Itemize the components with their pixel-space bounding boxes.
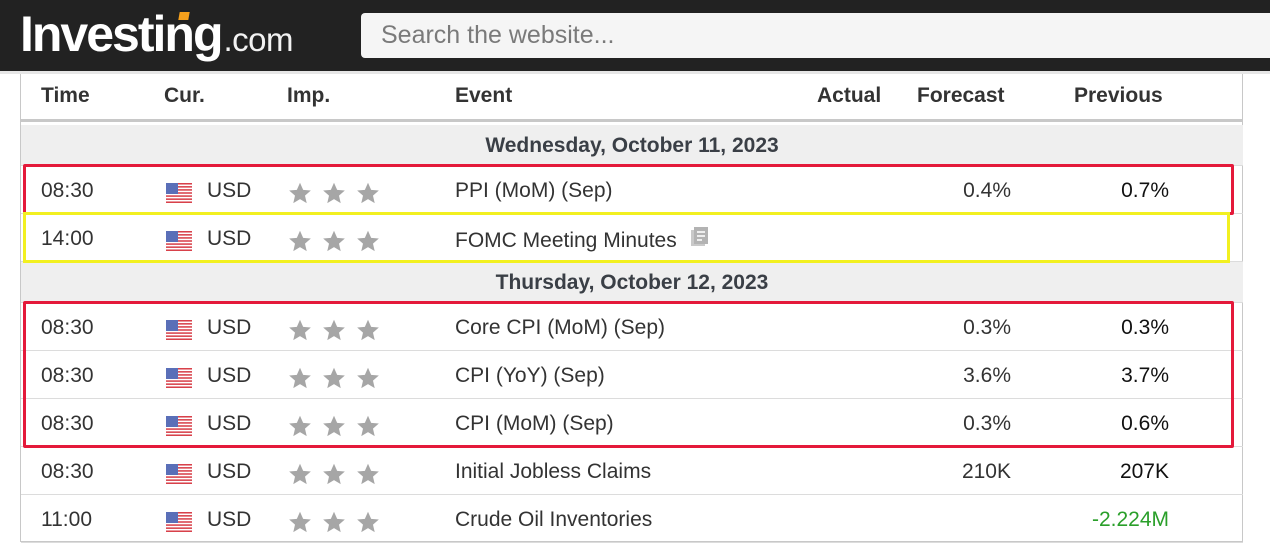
table-header-row: Time Cur. Imp. Event Actual Forecast Pre… xyxy=(21,74,1243,122)
importance-star-icon xyxy=(355,461,381,494)
importance-star-icon xyxy=(321,509,347,542)
column-header-importance[interactable]: Imp. xyxy=(287,84,330,108)
event-name-link[interactable]: FOMC Meeting Minutes xyxy=(455,226,711,255)
importance-rating xyxy=(287,461,381,494)
importance-star-icon xyxy=(355,509,381,542)
event-currency: USD xyxy=(207,364,252,387)
day-separator: Thursday, October 12, 2023 xyxy=(21,262,1243,303)
document-icon[interactable] xyxy=(677,226,711,255)
event-row[interactable]: 14:00 USD FOMC Meeting Minutes xyxy=(21,214,1243,262)
economic-calendar-table: Time Cur. Imp. Event Actual Forecast Pre… xyxy=(20,74,1243,543)
event-row[interactable]: 08:30 USD CPI (MoM) (Sep) 0.3% 0.6% xyxy=(21,399,1243,447)
column-header-actual[interactable]: Actual xyxy=(817,84,881,108)
us-flag-icon xyxy=(166,512,192,532)
event-currency: USD xyxy=(207,179,252,202)
us-flag-icon xyxy=(166,464,192,484)
day-separator: Wednesday, October 11, 2023 xyxy=(21,125,1243,166)
event-previous: 0.3% xyxy=(1121,316,1169,339)
importance-star-icon xyxy=(355,317,381,350)
us-flag-icon xyxy=(166,416,192,436)
importance-star-icon xyxy=(355,180,381,213)
event-name-link[interactable]: CPI (MoM) (Sep) xyxy=(455,411,614,437)
importance-star-icon xyxy=(355,365,381,398)
importance-rating xyxy=(287,413,381,446)
logo-wordmark: Investing xyxy=(20,6,223,62)
event-name-link[interactable]: CPI (YoY) (Sep) xyxy=(455,363,605,389)
column-header-currency[interactable]: Cur. xyxy=(164,84,205,108)
event-time: 14:00 xyxy=(41,227,94,250)
event-name: Initial Jobless Claims xyxy=(455,460,652,483)
event-name: FOMC Meeting Minutes xyxy=(455,228,677,252)
importance-rating xyxy=(287,509,381,542)
importance-star-icon xyxy=(321,180,347,213)
event-time: 08:30 xyxy=(41,460,94,483)
importance-star-icon xyxy=(287,461,313,494)
event-time: 08:30 xyxy=(41,364,94,387)
event-previous: 207K xyxy=(1119,460,1169,483)
event-currency: USD xyxy=(207,412,252,435)
event-name-link[interactable]: Core CPI (MoM) (Sep) xyxy=(455,315,665,341)
importance-star-icon xyxy=(287,317,313,350)
us-flag-icon xyxy=(166,368,192,388)
importance-star-icon xyxy=(287,413,313,446)
event-name-link[interactable]: PPI (MoM) (Sep) xyxy=(455,178,613,204)
event-row[interactable]: 08:30 USD PPI (MoM) (Sep) 0.4% 0.7% xyxy=(21,166,1243,214)
column-header-forecast[interactable]: Forecast xyxy=(917,84,1005,108)
event-previous: -2.224M xyxy=(1091,508,1169,531)
event-forecast: 3.6% xyxy=(963,364,1011,387)
event-name: Core CPI (MoM) (Sep) xyxy=(455,316,666,339)
importance-star-icon xyxy=(321,365,347,398)
importance-star-icon xyxy=(321,317,347,350)
event-time: 08:30 xyxy=(41,412,94,435)
event-forecast: 0.3% xyxy=(963,316,1011,339)
importance-star-icon xyxy=(287,228,313,261)
event-forecast: 0.3% xyxy=(963,412,1011,435)
event-row[interactable]: 08:30 USD Initial Jobless Claims 210K 20… xyxy=(21,447,1243,495)
importance-star-icon xyxy=(287,180,313,213)
event-previous: 0.7% xyxy=(1121,179,1169,202)
investing-logo[interactable]: Investing .com xyxy=(20,4,293,64)
event-forecast: 0.4% xyxy=(963,179,1011,202)
event-currency: USD xyxy=(207,508,252,531)
event-previous: 0.6% xyxy=(1121,412,1169,435)
event-name-link[interactable]: Crude Oil Inventories xyxy=(455,507,652,533)
event-time: 08:30 xyxy=(41,179,94,202)
event-forecast: 210K xyxy=(961,460,1011,483)
importance-rating xyxy=(287,317,381,350)
event-currency: USD xyxy=(207,227,252,250)
importance-rating xyxy=(287,365,381,398)
importance-star-icon xyxy=(355,413,381,446)
importance-star-icon xyxy=(321,461,347,494)
importance-rating xyxy=(287,180,381,213)
importance-rating xyxy=(287,228,381,261)
column-header-previous[interactable]: Previous xyxy=(1074,84,1163,108)
event-time: 08:30 xyxy=(41,316,94,339)
event-name: CPI (MoM) (Sep) xyxy=(455,412,614,435)
event-row[interactable]: 08:30 USD Core CPI (MoM) (Sep) 0.3% 0.3% xyxy=(21,303,1243,351)
importance-star-icon xyxy=(287,365,313,398)
event-name: PPI (MoM) (Sep) xyxy=(455,179,613,202)
importance-star-icon xyxy=(321,413,347,446)
event-currency: USD xyxy=(207,316,252,339)
event-name: CPI (YoY) (Sep) xyxy=(455,364,605,387)
column-header-event[interactable]: Event xyxy=(455,84,512,108)
logo-accent-mark xyxy=(178,12,190,20)
event-row[interactable]: 11:00 USD Crude Oil Inventories -2.224M xyxy=(21,495,1243,543)
importance-star-icon xyxy=(287,509,313,542)
logo-suffix: .com xyxy=(223,21,293,58)
importance-star-icon xyxy=(355,228,381,261)
event-row[interactable]: 08:30 USD CPI (YoY) (Sep) 3.6% 3.7% xyxy=(21,351,1243,399)
event-name: Crude Oil Inventories xyxy=(455,508,653,531)
us-flag-icon xyxy=(166,320,192,340)
top-navigation-bar: Investing .com xyxy=(0,0,1270,71)
column-header-time[interactable]: Time xyxy=(41,84,90,108)
event-currency: USD xyxy=(207,460,252,483)
importance-star-icon xyxy=(321,228,347,261)
event-name-link[interactable]: Initial Jobless Claims xyxy=(455,459,651,485)
us-flag-icon xyxy=(166,231,192,251)
us-flag-icon xyxy=(166,183,192,203)
search-input[interactable] xyxy=(361,13,1270,58)
event-time: 11:00 xyxy=(41,508,92,531)
event-previous: 3.7% xyxy=(1121,364,1169,387)
